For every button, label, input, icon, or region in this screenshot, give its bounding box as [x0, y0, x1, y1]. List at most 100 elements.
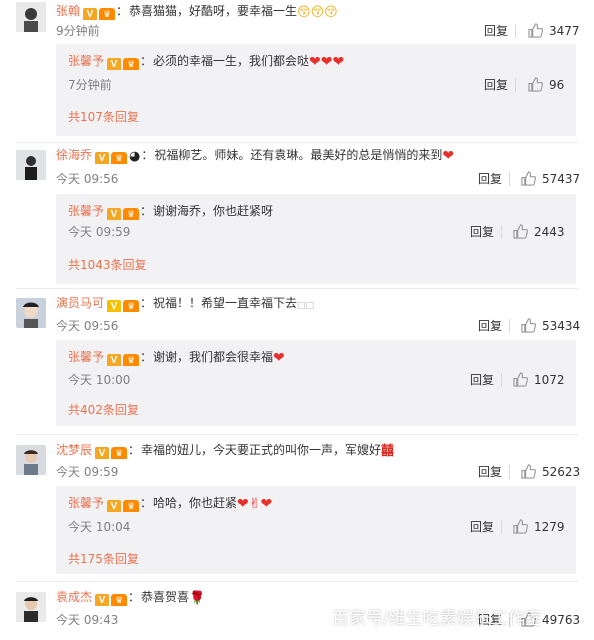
avatar[interactable]	[16, 150, 46, 180]
heart-emoji-icon: ❤❤❤	[309, 54, 345, 70]
thumbs-up-icon	[513, 224, 528, 239]
divider	[501, 225, 502, 239]
v-badge-icon: V	[95, 594, 110, 606]
divider	[509, 319, 510, 333]
reply-text: 必须的幸福一生，我们都会哒	[153, 54, 310, 68]
panda-icon: ◕	[129, 149, 141, 164]
reply-text: 谢谢，我们都会很幸福	[153, 350, 274, 364]
reply-username[interactable]: 张馨予	[68, 204, 104, 218]
comment-username[interactable]: 张翰	[56, 4, 80, 18]
comment-username[interactable]: 沈梦辰	[56, 443, 92, 457]
thumbs-up-icon	[528, 77, 543, 92]
heart-emoji-icon: ❤	[442, 148, 455, 164]
comment-username[interactable]: 袁成杰	[56, 590, 92, 604]
reply-button[interactable]: 回复	[484, 23, 508, 39]
comment-text: 祝福柳艺。师妹。还有袁琳。最美好的总是悄悄的来到	[154, 148, 443, 162]
reply-button[interactable]: 回复	[478, 464, 502, 480]
avatar[interactable]	[16, 298, 46, 328]
like-count: 96	[549, 78, 565, 92]
like-count: 49763	[542, 613, 581, 627]
vip-crown-icon: ♛	[123, 300, 140, 312]
more-replies-link[interactable]: 共1043条回复	[68, 257, 147, 273]
comment-text: 恭喜猫猫，好酷呀，要幸福一生	[129, 4, 298, 18]
reply-box: 张馨予 V ♛ ：谢谢海乔，你也赶紧呀 今天 09:59 回复 2443 共1043条…	[56, 194, 576, 284]
more-replies-link[interactable]: 共107条回复	[68, 109, 139, 125]
like-button[interactable]: 1072	[513, 372, 565, 388]
v-badge-icon: V	[95, 447, 110, 459]
thumbs-up-icon	[528, 23, 543, 38]
avatar[interactable]	[16, 2, 46, 32]
comment-body: 沈梦辰 V ♛ ：幸福的妞儿，今天要正式的叫你一声，军嫂好囍	[56, 443, 395, 459]
thumbs-up-icon	[513, 519, 528, 534]
v-badge-icon: V	[83, 8, 98, 20]
like-count: 1072	[534, 373, 565, 387]
reply-button[interactable]: 回复	[478, 171, 502, 187]
divider	[16, 581, 578, 582]
double-happiness-icon: 囍	[381, 444, 395, 459]
comment-time: 9分钟前	[56, 24, 100, 38]
reply-username[interactable]: 张馨予	[68, 54, 104, 68]
like-button[interactable]: 2443	[513, 224, 565, 240]
like-count: 3477	[549, 24, 580, 38]
reply-body: 张馨予 V ♛ ：谢谢，我们都会很幸福❤	[68, 350, 285, 366]
reply-username[interactable]: 张馨予	[68, 496, 104, 510]
comment-username[interactable]: 徐海乔	[56, 148, 92, 162]
v-badge-icon: V	[107, 58, 122, 70]
reply-time: 今天 10:04	[68, 520, 131, 534]
divider	[515, 24, 516, 38]
comment-text: 幸福的妞儿，今天要正式的叫你一声，军嫂好	[141, 443, 382, 457]
vip-crown-icon: ♛	[99, 8, 116, 20]
v-badge-icon: V	[107, 354, 122, 366]
like-button[interactable]: 3477	[528, 23, 580, 39]
reply-time: 今天 09:59	[68, 225, 131, 239]
reply-button[interactable]: 回复	[484, 77, 508, 93]
like-count: 53434	[542, 319, 581, 333]
reply-time: 今天 10:00	[68, 373, 131, 387]
v-badge-icon: V	[107, 300, 122, 312]
reply-text: 谢谢海乔，你也赶紧呀	[153, 204, 274, 218]
reply-button[interactable]: 回复	[470, 519, 494, 535]
avatar[interactable]	[16, 445, 46, 475]
rose-emoji-icon: 🌹	[189, 591, 206, 606]
reply-box: 张馨予 V ♛ ：必须的幸福一生，我们都会哒❤❤❤ 7分钟前 回复 96 共107条回…	[56, 44, 576, 136]
divider	[16, 288, 578, 289]
reply-body: 张馨予 V ♛ ：谢谢海乔，你也赶紧呀	[68, 204, 274, 220]
like-button[interactable]: 52623	[521, 464, 580, 480]
reply-button[interactable]: 回复	[470, 224, 494, 240]
vip-crown-icon: ♛	[123, 58, 140, 70]
comment-body: 徐海乔 V ♛ ◕：祝福柳艺。师妹。还有袁琳。最美好的总是悄悄的来到❤	[56, 148, 455, 164]
like-count: 52623	[542, 465, 581, 479]
vip-crown-icon: ♛	[123, 354, 140, 366]
comment-time: 今天 09:56	[56, 319, 119, 333]
avatar[interactable]	[16, 592, 46, 622]
v-badge-icon: V	[107, 500, 122, 512]
vip-crown-icon: ♛	[123, 208, 140, 220]
more-replies-link[interactable]: 共175条回复	[68, 551, 139, 567]
like-button[interactable]: 53434	[521, 318, 580, 334]
reply-username[interactable]: 张馨予	[68, 350, 104, 364]
thumbs-up-icon	[521, 464, 536, 479]
reply-button[interactable]: 回复	[470, 372, 494, 388]
comment-body: 演员马可 V ♛ ：祝福！！希望一直幸福下去□□	[56, 294, 584, 312]
v-badge-icon: V	[95, 152, 110, 164]
vip-crown-icon: ♛	[123, 500, 140, 512]
like-button[interactable]: 1279	[513, 519, 565, 535]
reply-text: 哈哈，你也赶紧	[153, 496, 238, 510]
more-replies-link[interactable]: 共402条回复	[68, 402, 139, 418]
heart-victory-emoji-icon: ❤✌❤	[237, 496, 273, 512]
v-badge-icon: V	[107, 208, 122, 220]
reply-time: 7分钟前	[68, 78, 112, 92]
comment-username[interactable]: 演员马可	[56, 296, 104, 310]
vip-crown-icon: ♛	[111, 594, 128, 606]
divider	[515, 78, 516, 92]
comment-time: 今天 09:59	[56, 465, 119, 479]
like-button[interactable]: 57437	[521, 171, 580, 187]
reply-body: 张馨予 V ♛ ：必须的幸福一生，我们都会哒❤❤❤	[68, 54, 345, 70]
comment-text: 祝福！！希望一直幸福下去	[153, 296, 298, 310]
unknown-glyph-icon: □□	[297, 301, 315, 311]
reply-button[interactable]: 回复	[478, 318, 502, 334]
comment-time: 今天 09:43	[56, 613, 119, 627]
like-button[interactable]: 96	[528, 77, 564, 93]
thumbs-up-icon	[513, 372, 528, 387]
divider	[501, 520, 502, 534]
